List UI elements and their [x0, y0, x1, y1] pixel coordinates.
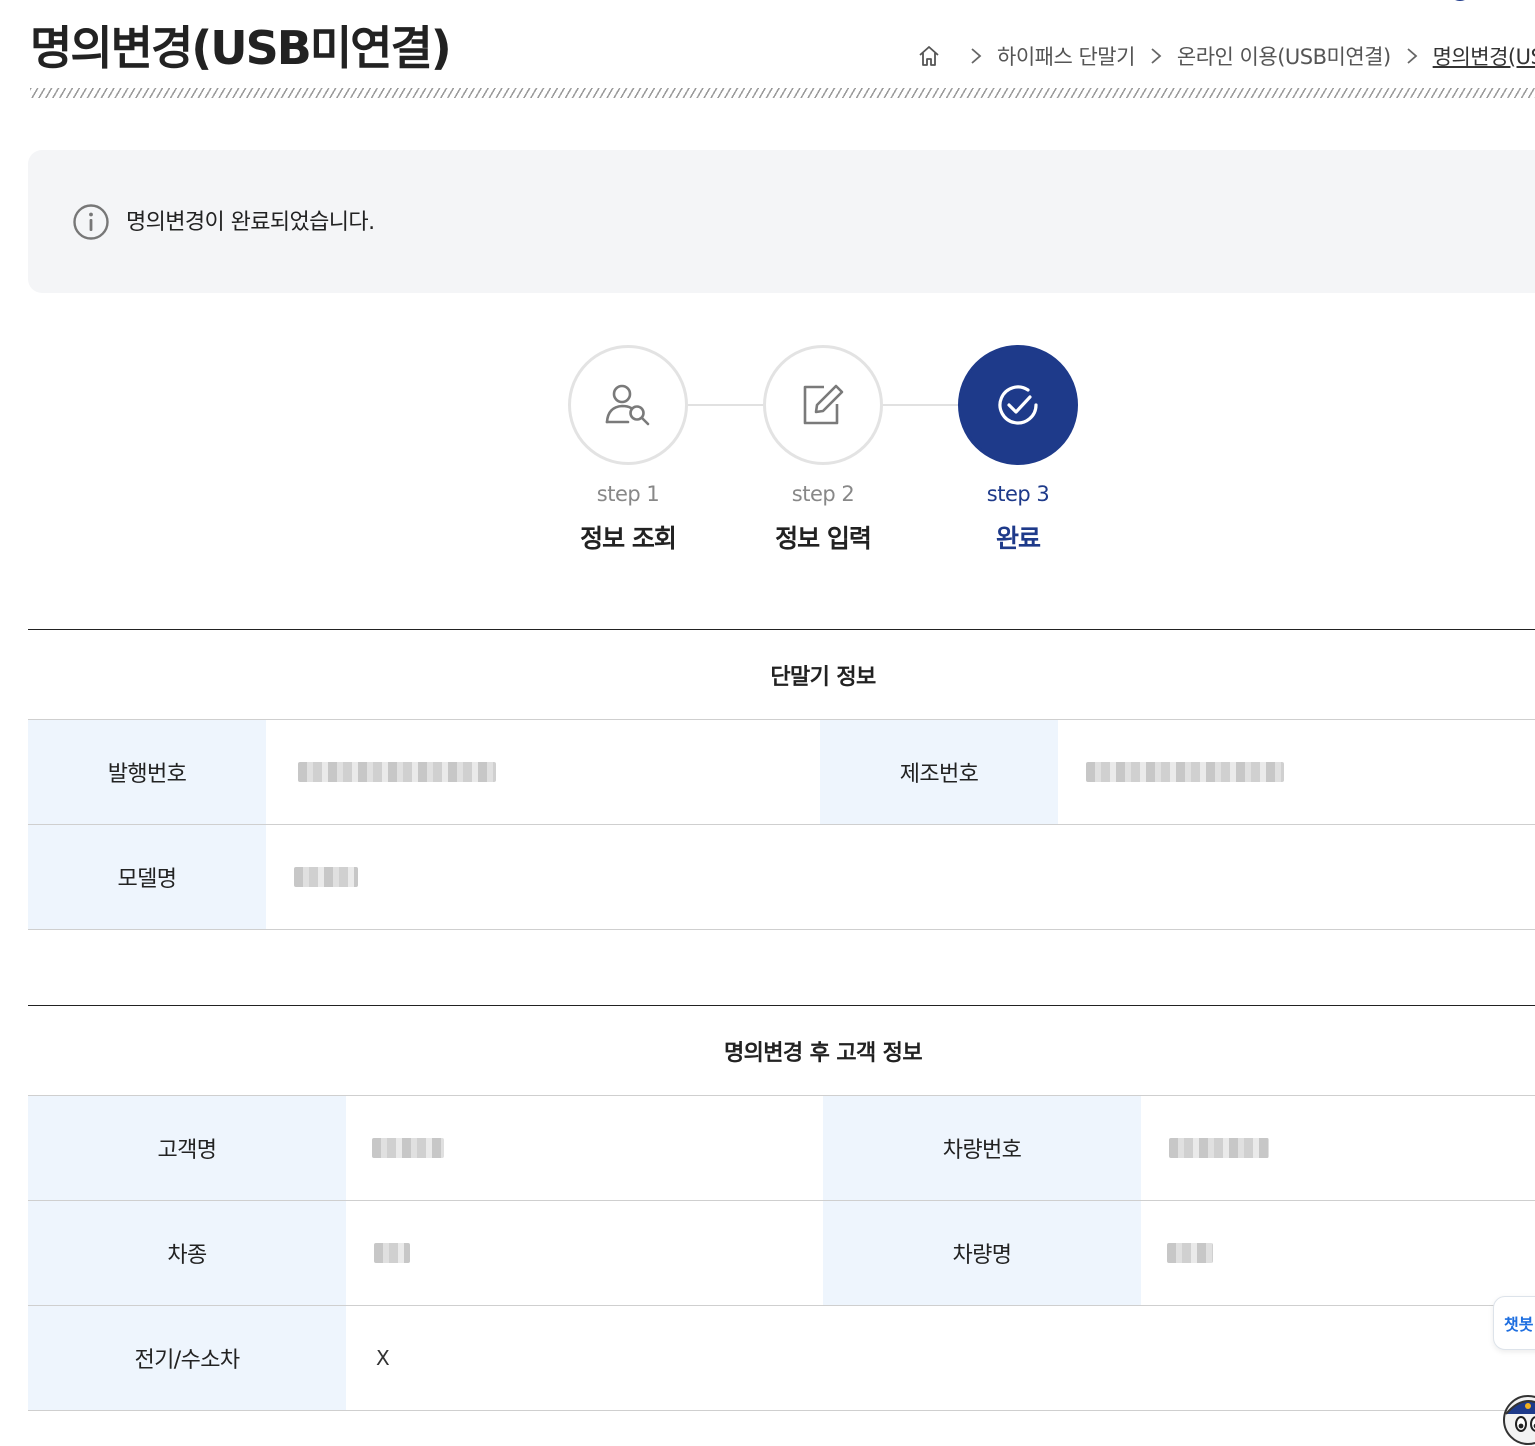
chatbot-label: 챗봇 [1504, 1315, 1534, 1334]
step-connector [686, 404, 766, 406]
step-1-label: 정보 조회 [580, 524, 677, 553]
eco-vehicle-value-text: X [376, 1346, 390, 1370]
step-3-label: 완료 [995, 524, 1041, 553]
issue-number-redacted [298, 762, 496, 782]
step-1-number: step 1 [596, 482, 660, 506]
eco-vehicle-value: X [346, 1306, 1535, 1410]
breadcrumb-item-current[interactable]: 명의변경(USB미연결) [1433, 41, 1535, 71]
step-3-circle [958, 345, 1078, 465]
vehicle-type-redacted [374, 1243, 410, 1263]
eco-vehicle-label: 전기/수소차 [28, 1306, 346, 1410]
chevron-right-icon [971, 48, 982, 64]
vehicle-number-label: 차량번호 [823, 1096, 1141, 1200]
customer-name-redacted [372, 1138, 444, 1158]
chevron-right-icon [1407, 48, 1418, 64]
home-icon[interactable] [917, 44, 941, 68]
user-search-icon [605, 384, 650, 426]
notice-box: 명의변경이 완료되었습니다. [28, 150, 1535, 293]
corner-decoration-icon [1455, 0, 1465, 1]
terminal-info-title: 단말기 정보 [770, 665, 876, 690]
section-top-rule [28, 629, 1535, 630]
model-name-value [266, 825, 1535, 929]
model-name-label: 모델명 [28, 825, 266, 929]
chevron-right-icon [1151, 48, 1162, 64]
vehicle-type-value [346, 1201, 823, 1305]
vehicle-number-redacted [1169, 1138, 1269, 1158]
serial-number-label: 제조번호 [820, 720, 1058, 824]
check-circle-icon [998, 385, 1038, 425]
vehicle-number-value [1141, 1096, 1535, 1200]
customer-name-value [346, 1096, 823, 1200]
serial-number-value [1058, 720, 1535, 824]
vehicle-name-label: 차량명 [823, 1201, 1141, 1305]
step-1-circle [568, 345, 688, 465]
chatbot-button[interactable]: 챗봇 [1493, 1296, 1535, 1350]
page-title: 명의변경(USB미연결) [30, 21, 452, 75]
edit-icon [803, 384, 844, 425]
info-icon [73, 204, 109, 240]
breadcrumb-item-hipass-terminal[interactable]: 하이패스 단말기 [997, 41, 1135, 71]
table-rule [28, 929, 1535, 930]
serial-number-redacted [1086, 762, 1284, 782]
issue-number-label: 발행번호 [28, 720, 266, 824]
title-divider [30, 88, 1535, 98]
customer-name-label: 고객명 [28, 1096, 346, 1200]
model-name-redacted [294, 867, 358, 887]
vehicle-name-value [1141, 1201, 1535, 1305]
vehicle-type-label: 차종 [28, 1201, 346, 1305]
breadcrumb: 하이패스 단말기 온라인 이용(USB미연결) 명의변경(USB미연결) [917, 40, 1535, 72]
notice-text: 명의변경이 완료되었습니다. [126, 210, 375, 235]
customer-info-title: 명의변경 후 고객 정보 [724, 1041, 923, 1066]
page: 명의변경(USB미연결) 하이패스 단말기 온라인 이용(USB미연결) 명의변… [0, 0, 1535, 1446]
section-top-rule [28, 1005, 1535, 1006]
step-connector [881, 404, 961, 406]
step-2-number: step 2 [791, 482, 855, 506]
vehicle-name-redacted [1167, 1243, 1213, 1263]
step-3-number: step 3 [986, 482, 1050, 506]
step-2-circle [763, 345, 883, 465]
mascot-icon[interactable] [1494, 1384, 1535, 1446]
step-2-label: 정보 입력 [775, 524, 872, 553]
issue-number-value [266, 720, 820, 824]
breadcrumb-item-online-use[interactable]: 온라인 이용(USB미연결) [1177, 41, 1391, 71]
table-rule [28, 1410, 1535, 1411]
